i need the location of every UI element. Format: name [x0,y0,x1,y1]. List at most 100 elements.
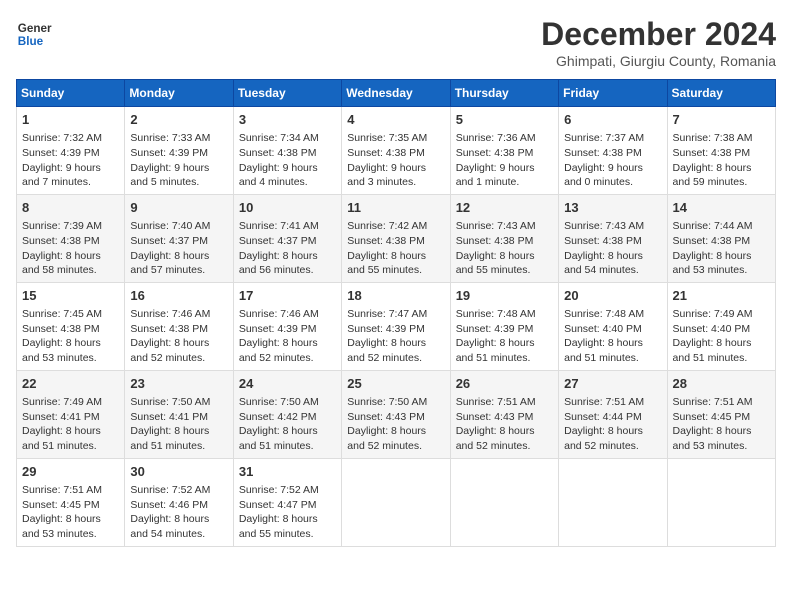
sunrise-text: Sunrise: 7:38 AM [673,132,753,144]
sunset-text: Sunset: 4:38 PM [673,147,751,159]
daylight-text: Daylight: 9 hours and 3 minutes. [347,162,426,189]
day-number: 23 [130,375,227,393]
sunrise-text: Sunrise: 7:48 AM [456,308,536,320]
day-number: 18 [347,287,444,305]
sunrise-text: Sunrise: 7:35 AM [347,132,427,144]
sunrise-text: Sunrise: 7:48 AM [564,308,644,320]
calendar-cell: 13Sunrise: 7:43 AMSunset: 4:38 PMDayligh… [559,194,667,282]
calendar-cell: 14Sunrise: 7:44 AMSunset: 4:38 PMDayligh… [667,194,775,282]
sunrise-text: Sunrise: 7:52 AM [130,484,210,496]
daylight-text: Daylight: 8 hours and 57 minutes. [130,250,209,277]
calendar-cell: 5Sunrise: 7:36 AMSunset: 4:38 PMDaylight… [450,107,558,195]
daylight-text: Daylight: 9 hours and 4 minutes. [239,162,318,189]
calendar-cell: 21Sunrise: 7:49 AMSunset: 4:40 PMDayligh… [667,282,775,370]
calendar-cell: 30Sunrise: 7:52 AMSunset: 4:46 PMDayligh… [125,458,233,546]
sunset-text: Sunset: 4:40 PM [564,323,642,335]
daylight-text: Daylight: 8 hours and 53 minutes. [673,425,752,452]
sunset-text: Sunset: 4:38 PM [347,235,425,247]
week-row-3: 15Sunrise: 7:45 AMSunset: 4:38 PMDayligh… [17,282,776,370]
calendar-subtitle: Ghimpati, Giurgiu County, Romania [541,53,776,69]
calendar-cell [667,458,775,546]
logo-icon: General Blue [16,16,52,52]
sunrise-text: Sunrise: 7:36 AM [456,132,536,144]
day-number: 27 [564,375,661,393]
sunrise-text: Sunrise: 7:37 AM [564,132,644,144]
sunset-text: Sunset: 4:38 PM [347,147,425,159]
day-number: 12 [456,199,553,217]
day-number: 4 [347,111,444,129]
calendar-cell: 9Sunrise: 7:40 AMSunset: 4:37 PMDaylight… [125,194,233,282]
weekday-header-monday: Monday [125,80,233,107]
daylight-text: Daylight: 8 hours and 54 minutes. [564,250,643,277]
day-number: 8 [22,199,119,217]
calendar-cell: 6Sunrise: 7:37 AMSunset: 4:38 PMDaylight… [559,107,667,195]
weekday-header-friday: Friday [559,80,667,107]
daylight-text: Daylight: 8 hours and 51 minutes. [130,425,209,452]
svg-text:General: General [18,22,52,35]
day-number: 13 [564,199,661,217]
day-number: 29 [22,463,119,481]
calendar-cell: 31Sunrise: 7:52 AMSunset: 4:47 PMDayligh… [233,458,341,546]
calendar-cell: 29Sunrise: 7:51 AMSunset: 4:45 PMDayligh… [17,458,125,546]
calendar-cell: 22Sunrise: 7:49 AMSunset: 4:41 PMDayligh… [17,370,125,458]
sunrise-text: Sunrise: 7:50 AM [347,396,427,408]
sunrise-text: Sunrise: 7:50 AM [130,396,210,408]
calendar-title: December 2024 [541,16,776,53]
title-area: December 2024 Ghimpati, Giurgiu County, … [541,16,776,69]
daylight-text: Daylight: 8 hours and 52 minutes. [347,337,426,364]
day-number: 6 [564,111,661,129]
weekday-header-row: SundayMondayTuesdayWednesdayThursdayFrid… [17,80,776,107]
calendar-cell: 4 Sunrise: 7:35 AM Sunset: 4:38 PM Daylight… [342,107,450,195]
daylight-text: Daylight: 9 hours and 7 minutes. [22,162,101,189]
sunrise-text: Sunrise: 7:47 AM [347,308,427,320]
sunrise-text: Sunrise: 7:51 AM [564,396,644,408]
sunrise-text: Sunrise: 7:40 AM [130,220,210,232]
day-number: 20 [564,287,661,305]
sunset-text: Sunset: 4:39 PM [456,323,534,335]
daylight-text: Daylight: 8 hours and 51 minutes. [564,337,643,364]
daylight-text: Daylight: 8 hours and 52 minutes. [239,337,318,364]
daylight-text: Daylight: 8 hours and 52 minutes. [347,425,426,452]
day-number: 19 [456,287,553,305]
daylight-text: Daylight: 8 hours and 58 minutes. [22,250,101,277]
calendar-cell: 27Sunrise: 7:51 AMSunset: 4:44 PMDayligh… [559,370,667,458]
daylight-text: Daylight: 8 hours and 59 minutes. [673,162,752,189]
daylight-text: Daylight: 9 hours and 1 minute. [456,162,535,189]
day-number: 7 [673,111,770,129]
calendar-cell [450,458,558,546]
sunrise-text: Sunrise: 7:49 AM [22,396,102,408]
calendar-cell: 19Sunrise: 7:48 AMSunset: 4:39 PMDayligh… [450,282,558,370]
calendar-cell: 18 Sunrise: 7:47 AM Sunset: 4:39 PM Dayligh… [342,282,450,370]
sunset-text: Sunset: 4:47 PM [239,499,317,511]
day-number: 1 [22,111,119,129]
day-number: 16 [130,287,227,305]
day-number: 2 [130,111,227,129]
sunrise-text: Sunrise: 7:46 AM [239,308,319,320]
day-number: 26 [456,375,553,393]
daylight-text: Daylight: 8 hours and 51 minutes. [22,425,101,452]
daylight-text: Daylight: 8 hours and 55 minutes. [347,250,426,277]
calendar-cell: 3Sunrise: 7:34 AMSunset: 4:38 PMDaylight… [233,107,341,195]
sunset-text: Sunset: 4:38 PM [130,323,208,335]
sunrise-text: Sunrise: 7:45 AM [22,308,102,320]
day-number: 24 [239,375,336,393]
calendar-cell: 2Sunrise: 7:33 AMSunset: 4:39 PMDaylight… [125,107,233,195]
weekday-header-thursday: Thursday [450,80,558,107]
sunset-text: Sunset: 4:41 PM [130,411,208,423]
sunrise-text: Sunrise: 7:46 AM [130,308,210,320]
daylight-text: Daylight: 8 hours and 51 minutes. [239,425,318,452]
calendar-table: SundayMondayTuesdayWednesdayThursdayFrid… [16,79,776,547]
sunset-text: Sunset: 4:46 PM [130,499,208,511]
calendar-cell: 11Sunrise: 7:42 AMSunset: 4:38 PMDayligh… [342,194,450,282]
daylight-text: Daylight: 8 hours and 53 minutes. [22,337,101,364]
header: General Blue December 2024 Ghimpati, Giu… [16,16,776,69]
sunset-text: Sunset: 4:38 PM [564,235,642,247]
daylight-text: Daylight: 8 hours and 52 minutes. [130,337,209,364]
sunrise-text: Sunrise: 7:50 AM [239,396,319,408]
sunset-text: Sunset: 4:39 PM [347,323,425,335]
day-number: 30 [130,463,227,481]
day-number: 17 [239,287,336,305]
day-number: 22 [22,375,119,393]
day-number: 3 [239,111,336,129]
sunrise-text: Sunrise: 7:32 AM [22,132,102,144]
